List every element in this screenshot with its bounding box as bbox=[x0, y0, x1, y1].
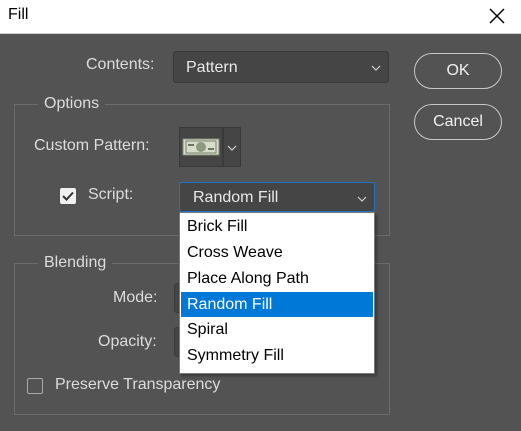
preserve-transparency-label: Preserve Transparency bbox=[55, 376, 221, 393]
dollar-bill-pattern-icon bbox=[182, 138, 220, 156]
script-option-cross-weave[interactable]: Cross Weave bbox=[181, 240, 373, 265]
script-option-random-fill[interactable]: Random Fill bbox=[181, 292, 373, 317]
script-value: Random Fill bbox=[193, 189, 279, 206]
preserve-transparency-checkbox[interactable] bbox=[27, 378, 43, 394]
script-select[interactable]: Random Fill bbox=[179, 182, 375, 212]
script-label: Script: bbox=[88, 186, 134, 203]
blending-legend: Blending bbox=[38, 254, 113, 272]
script-option-symmetry-fill[interactable]: Symmetry Fill bbox=[181, 343, 373, 368]
contents-select[interactable]: Pattern bbox=[173, 51, 389, 83]
title-bar: Fill bbox=[0, 0, 521, 34]
chevron-down-icon bbox=[371, 65, 381, 71]
custom-pattern-picker[interactable] bbox=[179, 127, 241, 167]
script-option-place-along-path[interactable]: Place Along Path bbox=[181, 266, 373, 291]
options-legend: Options bbox=[38, 95, 106, 113]
pattern-swatch[interactable] bbox=[179, 127, 223, 167]
window-title: Fill bbox=[8, 6, 29, 23]
close-icon[interactable] bbox=[487, 6, 507, 26]
contents-label: Contents: bbox=[86, 56, 155, 73]
opacity-label: Opacity: bbox=[98, 333, 157, 350]
check-icon bbox=[62, 191, 74, 201]
script-dropdown-list: Brick Fill Cross Weave Place Along Path … bbox=[179, 212, 375, 374]
pattern-dropdown-arrow[interactable] bbox=[223, 127, 241, 167]
chevron-down-icon bbox=[357, 196, 367, 202]
chevron-down-icon bbox=[227, 145, 237, 151]
script-checkbox[interactable] bbox=[60, 188, 76, 204]
cancel-button[interactable]: Cancel bbox=[414, 104, 502, 140]
contents-value: Pattern bbox=[186, 59, 238, 76]
custom-pattern-label: Custom Pattern: bbox=[34, 137, 150, 154]
mode-label: Mode: bbox=[113, 289, 158, 306]
ok-button[interactable]: OK bbox=[414, 53, 502, 89]
script-option-brick-fill[interactable]: Brick Fill bbox=[181, 214, 373, 239]
script-option-spiral[interactable]: Spiral bbox=[181, 317, 373, 342]
